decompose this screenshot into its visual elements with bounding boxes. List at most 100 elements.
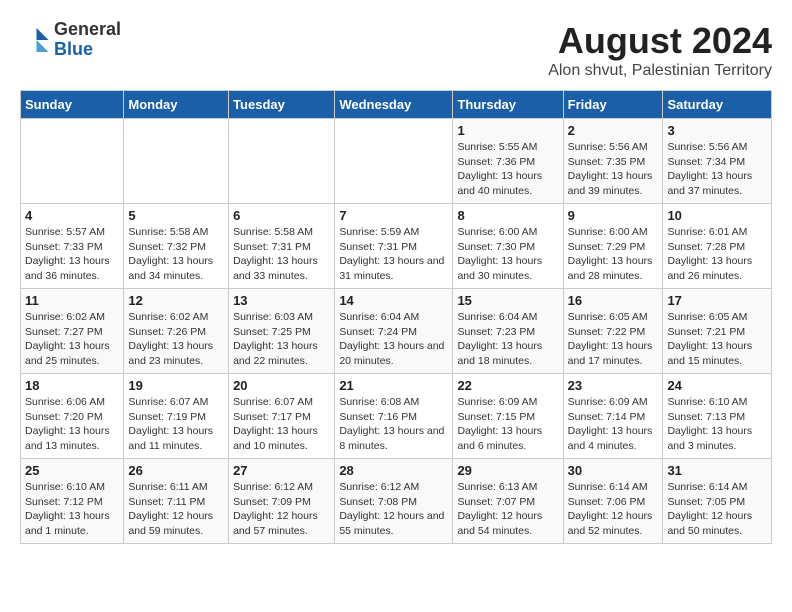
- day-number: 31: [667, 463, 767, 478]
- calendar-cell: 21 Sunrise: 6:08 AMSunset: 7:16 PMDayligh…: [335, 374, 453, 459]
- day-number: 30: [568, 463, 659, 478]
- day-number: 23: [568, 378, 659, 393]
- calendar-cell: 13 Sunrise: 6:03 AMSunset: 7:25 PMDayligh…: [229, 289, 335, 374]
- main-title: August 2024: [548, 20, 772, 62]
- day-detail: Sunrise: 6:10 AMSunset: 7:12 PMDaylight:…: [25, 480, 119, 539]
- day-number: 27: [233, 463, 330, 478]
- weekday-header: Saturday: [663, 91, 772, 119]
- day-detail: Sunrise: 6:06 AMSunset: 7:20 PMDaylight:…: [25, 395, 119, 454]
- calendar-cell: 6 Sunrise: 5:58 AMSunset: 7:31 PMDaylight…: [229, 204, 335, 289]
- day-detail: Sunrise: 6:05 AMSunset: 7:21 PMDaylight:…: [667, 310, 767, 369]
- calendar-cell: 25 Sunrise: 6:10 AMSunset: 7:12 PMDayligh…: [21, 459, 124, 544]
- calendar-cell: 30Sunrise: 6:14 AMSunset: 7:06 PMDayligh…: [563, 459, 663, 544]
- title-block: August 2024 Alon shvut, Palestinian Terr…: [548, 20, 772, 80]
- calendar-cell: 29 Sunrise: 6:13 AMSunset: 7:07 PMDayligh…: [453, 459, 563, 544]
- day-number: 6: [233, 208, 330, 223]
- day-detail: Sunrise: 6:13 AMSunset: 7:07 PMDaylight:…: [457, 480, 558, 539]
- day-number: 24: [667, 378, 767, 393]
- day-number: 2: [568, 123, 659, 138]
- day-number: 5: [128, 208, 224, 223]
- calendar-cell: [335, 119, 453, 204]
- calendar-cell: 22Sunrise: 6:09 AMSunset: 7:15 PMDayligh…: [453, 374, 563, 459]
- calendar-cell: 3 Sunrise: 5:56 AMSunset: 7:34 PMDaylight…: [663, 119, 772, 204]
- calendar-week-row: 25 Sunrise: 6:10 AMSunset: 7:12 PMDayligh…: [21, 459, 772, 544]
- day-detail: Sunrise: 5:56 AMSunset: 7:35 PMDaylight:…: [568, 140, 659, 199]
- day-number: 12: [128, 293, 224, 308]
- day-number: 19: [128, 378, 224, 393]
- calendar-cell: 10Sunrise: 6:01 AMSunset: 7:28 PMDayligh…: [663, 204, 772, 289]
- day-number: 25: [25, 463, 119, 478]
- calendar-cell: 12 Sunrise: 6:02 AMSunset: 7:26 PMDayligh…: [124, 289, 229, 374]
- calendar-cell: 15 Sunrise: 6:04 AMSunset: 7:23 PMDayligh…: [453, 289, 563, 374]
- day-detail: Sunrise: 6:09 AMSunset: 7:15 PMDaylight:…: [457, 395, 558, 454]
- page-header: General Blue August 2024 Alon shvut, Pal…: [20, 20, 772, 80]
- calendar-cell: [124, 119, 229, 204]
- calendar-cell: [229, 119, 335, 204]
- day-number: 10: [667, 208, 767, 223]
- calendar-week-row: 18 Sunrise: 6:06 AMSunset: 7:20 PMDayligh…: [21, 374, 772, 459]
- day-detail: Sunrise: 6:00 AMSunset: 7:30 PMDaylight:…: [457, 225, 558, 284]
- day-number: 4: [25, 208, 119, 223]
- calendar-week-row: 1 Sunrise: 5:55 AMSunset: 7:36 PMDaylight…: [21, 119, 772, 204]
- calendar-week-row: 4Sunrise: 5:57 AMSunset: 7:33 PMDaylight…: [21, 204, 772, 289]
- calendar-cell: 4Sunrise: 5:57 AMSunset: 7:33 PMDaylight…: [21, 204, 124, 289]
- day-number: 1: [457, 123, 558, 138]
- calendar-cell: 9Sunrise: 6:00 AMSunset: 7:29 PMDaylight…: [563, 204, 663, 289]
- weekday-header: Friday: [563, 91, 663, 119]
- day-number: 20: [233, 378, 330, 393]
- calendar-cell: 5Sunrise: 5:58 AMSunset: 7:32 PMDaylight…: [124, 204, 229, 289]
- day-number: 17: [667, 293, 767, 308]
- day-detail: Sunrise: 5:55 AMSunset: 7:36 PMDaylight:…: [457, 140, 558, 199]
- calendar-cell: [21, 119, 124, 204]
- calendar-cell: 27Sunrise: 6:12 AMSunset: 7:09 PMDayligh…: [229, 459, 335, 544]
- day-number: 7: [339, 208, 448, 223]
- day-detail: Sunrise: 5:56 AMSunset: 7:34 PMDaylight:…: [667, 140, 767, 199]
- day-detail: Sunrise: 6:12 AMSunset: 7:08 PMDaylight:…: [339, 480, 448, 539]
- calendar-cell: 17 Sunrise: 6:05 AMSunset: 7:21 PMDayligh…: [663, 289, 772, 374]
- day-number: 11: [25, 293, 119, 308]
- day-number: 28: [339, 463, 448, 478]
- day-detail: Sunrise: 6:03 AMSunset: 7:25 PMDaylight:…: [233, 310, 330, 369]
- day-detail: Sunrise: 6:07 AMSunset: 7:19 PMDaylight:…: [128, 395, 224, 454]
- day-number: 8: [457, 208, 558, 223]
- day-number: 21: [339, 378, 448, 393]
- day-detail: Sunrise: 6:04 AMSunset: 7:24 PMDaylight:…: [339, 310, 448, 369]
- logo-icon: [20, 25, 50, 55]
- weekday-header: Wednesday: [335, 91, 453, 119]
- day-detail: Sunrise: 6:04 AMSunset: 7:23 PMDaylight:…: [457, 310, 558, 369]
- day-detail: Sunrise: 6:02 AMSunset: 7:27 PMDaylight:…: [25, 310, 119, 369]
- calendar-cell: 26Sunrise: 6:11 AMSunset: 7:11 PMDayligh…: [124, 459, 229, 544]
- day-number: 16: [568, 293, 659, 308]
- header-row: SundayMondayTuesdayWednesdayThursdayFrid…: [21, 91, 772, 119]
- calendar-cell: 7 Sunrise: 5:59 AMSunset: 7:31 PMDaylight…: [335, 204, 453, 289]
- day-number: 18: [25, 378, 119, 393]
- day-detail: Sunrise: 6:08 AMSunset: 7:16 PMDaylight:…: [339, 395, 448, 454]
- calendar-cell: 16 Sunrise: 6:05 AMSunset: 7:22 PMDayligh…: [563, 289, 663, 374]
- day-number: 9: [568, 208, 659, 223]
- day-number: 29: [457, 463, 558, 478]
- calendar-cell: 18 Sunrise: 6:06 AMSunset: 7:20 PMDayligh…: [21, 374, 124, 459]
- day-number: 3: [667, 123, 767, 138]
- calendar-cell: 14 Sunrise: 6:04 AMSunset: 7:24 PMDayligh…: [335, 289, 453, 374]
- day-number: 26: [128, 463, 224, 478]
- weekday-header: Monday: [124, 91, 229, 119]
- calendar-cell: 19 Sunrise: 6:07 AMSunset: 7:19 PMDayligh…: [124, 374, 229, 459]
- logo-text: General Blue: [54, 20, 121, 60]
- day-number: 14: [339, 293, 448, 308]
- weekday-header: Tuesday: [229, 91, 335, 119]
- weekday-header: Thursday: [453, 91, 563, 119]
- day-detail: Sunrise: 5:58 AMSunset: 7:31 PMDaylight:…: [233, 225, 330, 284]
- day-detail: Sunrise: 6:14 AMSunset: 7:05 PMDaylight:…: [667, 480, 767, 539]
- day-detail: Sunrise: 6:02 AMSunset: 7:26 PMDaylight:…: [128, 310, 224, 369]
- logo-blue: Blue: [54, 40, 121, 60]
- calendar-cell: 24Sunrise: 6:10 AMSunset: 7:13 PMDayligh…: [663, 374, 772, 459]
- calendar-week-row: 11 Sunrise: 6:02 AMSunset: 7:27 PMDayligh…: [21, 289, 772, 374]
- day-number: 13: [233, 293, 330, 308]
- calendar-cell: 20 Sunrise: 6:07 AMSunset: 7:17 PMDayligh…: [229, 374, 335, 459]
- day-detail: Sunrise: 5:59 AMSunset: 7:31 PMDaylight:…: [339, 225, 448, 284]
- calendar-cell: 8 Sunrise: 6:00 AMSunset: 7:30 PMDaylight…: [453, 204, 563, 289]
- day-detail: Sunrise: 6:09 AMSunset: 7:14 PMDaylight:…: [568, 395, 659, 454]
- day-detail: Sunrise: 6:07 AMSunset: 7:17 PMDaylight:…: [233, 395, 330, 454]
- day-number: 15: [457, 293, 558, 308]
- day-detail: Sunrise: 6:05 AMSunset: 7:22 PMDaylight:…: [568, 310, 659, 369]
